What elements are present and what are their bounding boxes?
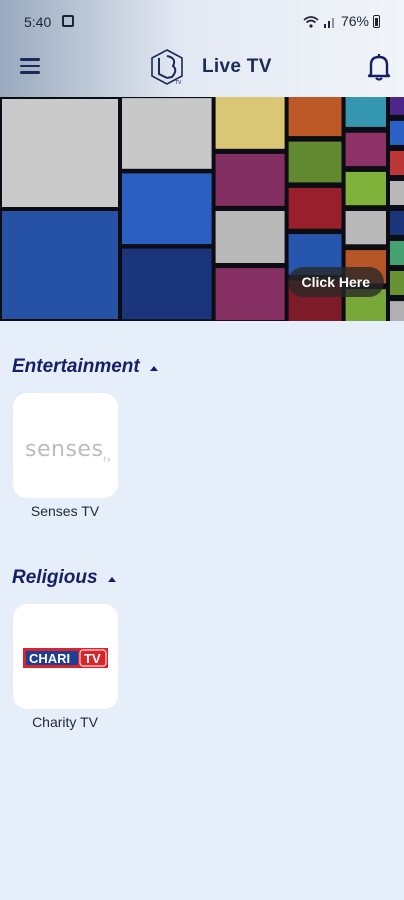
app-logo: TV: [151, 49, 183, 86]
tv-screen: [122, 98, 212, 169]
hero-banner[interactable]: Click Here: [0, 97, 404, 321]
channel-tile-senses-tv[interactable]: sensestv: [13, 393, 118, 498]
tv-screen: [288, 141, 342, 183]
channel-label: Charity TV: [32, 714, 98, 730]
tv-screen: [122, 173, 212, 245]
channel-tile-charity-tv[interactable]: CHARI TV: [13, 604, 118, 709]
tv-screen: [390, 271, 404, 295]
tv-screen: [345, 97, 386, 127]
menu-icon[interactable]: [20, 58, 40, 74]
section-entertainment-header[interactable]: Entertainment: [12, 356, 158, 378]
tv-screen: [390, 181, 404, 205]
caret-up-icon: [107, 576, 116, 582]
click-here-button[interactable]: Click Here: [287, 267, 384, 297]
tv-screen: [345, 211, 386, 245]
svg-text:TV: TV: [84, 651, 101, 666]
tv-screen: [390, 241, 404, 265]
tv-screen: [122, 248, 212, 320]
bell-icon[interactable]: [366, 52, 392, 82]
caret-up-icon: [149, 365, 158, 371]
wifi-icon: [303, 15, 319, 28]
section-religious-header[interactable]: Religious: [12, 567, 116, 589]
tv-screen: [288, 187, 342, 229]
top-bar: 5:40 76% TV Live TV: [0, 0, 404, 97]
tv-screen: [215, 97, 285, 149]
status-right: 76%: [303, 13, 380, 29]
charity-tv-logo: CHARI TV: [23, 648, 108, 668]
status-bar: 5:40 76%: [0, 0, 404, 44]
photo-icon: [62, 15, 74, 27]
tv-screen: [215, 211, 285, 263]
tv-screen: [2, 99, 118, 207]
tv-screen: [2, 211, 118, 319]
signal-icon: [323, 17, 334, 28]
senses-tv-logo: sensestv: [25, 437, 112, 464]
section-title: Entertainment: [12, 356, 140, 377]
tv-screen: [215, 153, 285, 206]
channel-label: Senses TV: [30, 503, 100, 519]
tv-screen: [215, 268, 285, 321]
app-bar: TV Live TV: [0, 44, 404, 97]
battery-icon: [373, 14, 380, 28]
section-title: Religious: [12, 567, 98, 588]
tv-screen: [390, 120, 404, 145]
tv-screen: [390, 151, 404, 175]
tv-screen: [390, 211, 404, 235]
svg-text:CHARI: CHARI: [29, 651, 70, 666]
page-title: Live TV: [202, 56, 272, 77]
tv-screen: [390, 301, 404, 321]
logo-tv-text: TV: [174, 80, 182, 86]
tv-screen: [288, 97, 342, 137]
tv-screen: [390, 97, 404, 115]
battery-percent: 76%: [340, 13, 369, 29]
tv-screen: [345, 132, 386, 167]
tv-screen: [345, 171, 386, 206]
status-time: 5:40: [24, 14, 52, 30]
